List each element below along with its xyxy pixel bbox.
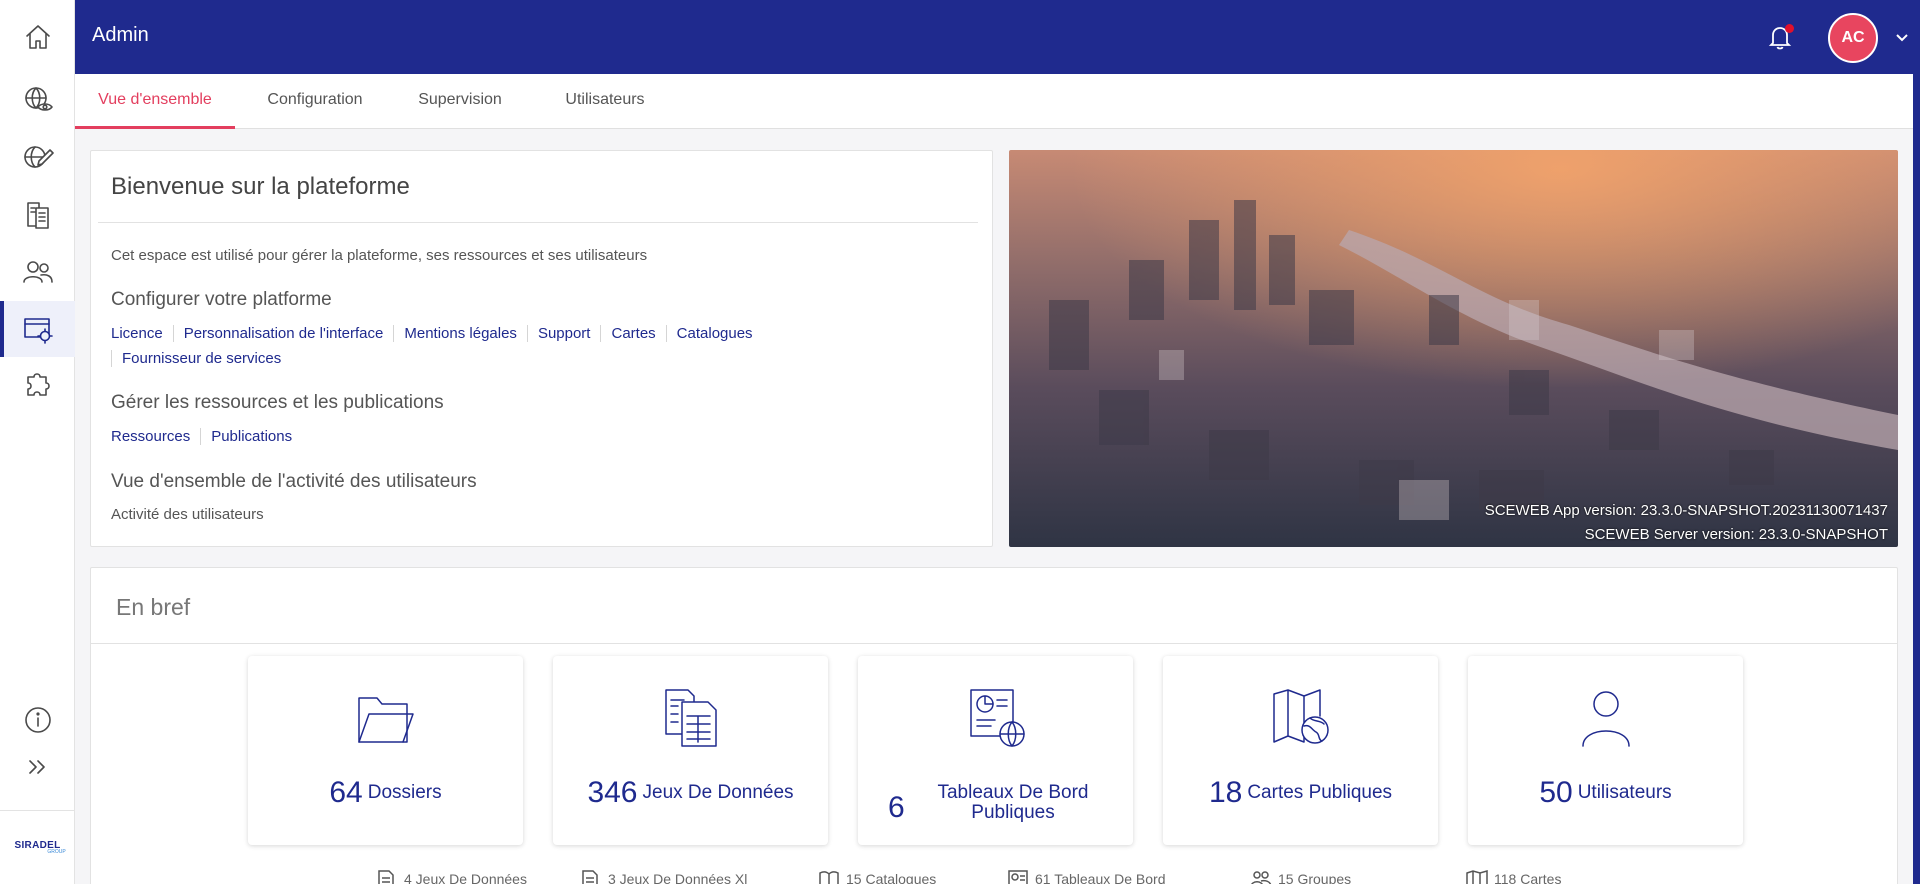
sidebar: SIRADEL GROUP [0,0,75,884]
tab-users[interactable]: Utilisateurs [530,74,680,129]
link-mentions-legales[interactable]: Mentions légales [393,325,527,342]
stat-card-dashboards[interactable]: 6 Tableaux De Bord Publiques [858,656,1133,845]
link-cartes[interactable]: Cartes [600,325,665,342]
stat-value: 18 [1208,776,1243,809]
user-menu-toggle[interactable] [1893,28,1911,46]
stat-card-datasets[interactable]: 346 Jeux De Données [553,656,828,845]
tab-supervision[interactable]: Supervision [385,74,535,129]
divider [91,643,1897,644]
users-icon [22,261,53,283]
dataset-small-icon [378,870,394,884]
footer-stat-text: 4 Jeux De Données [404,871,527,884]
notification-badge [1785,24,1794,33]
footer-stat: 15 Catalogues [818,870,936,884]
sidebar-item-home[interactable] [0,9,75,65]
welcome-description: Cet espace est utilisé pour gérer la pla… [111,247,648,264]
sidebar-item-extensions[interactable] [0,357,75,413]
welcome-title: Bienvenue sur la plateforme [111,173,410,200]
footer-stat: 61 Tableaux De Bord [1007,870,1166,884]
footer-stat-text: 61 Tableaux De Bord [1035,871,1166,884]
chevron-down-icon [1896,34,1908,42]
resources-links: Ressources Publications [111,428,831,445]
datasets-icon [665,689,717,747]
footer-stat-text: 3 Jeux De Données Xl [608,871,748,884]
footer-stat-text: 15 Catalogues [846,871,937,884]
home-icon [25,25,50,49]
stat-value: 50 [1539,776,1573,809]
dashboard-small-icon [1008,870,1028,884]
stat-label: Jeux De Données [642,782,794,803]
stat-value: 6 [888,791,905,824]
stat-card-maps[interactable]: 18 Cartes Publiques [1163,656,1438,845]
divider [98,222,978,223]
app-version: SCEWEB App version: 23.3.0-SNAPSHOT.2023… [1484,502,1888,519]
sidebar-item-users[interactable] [0,244,75,300]
folder-icon [358,697,414,743]
welcome-panel: Bienvenue sur la plateforme Cet espace e… [90,150,993,547]
globe-pen-icon [23,146,54,168]
scrollbar[interactable] [1913,74,1920,884]
puzzle-icon [26,373,50,396]
top-bar: Admin AC [75,0,1920,74]
server-version: SCEWEB Server version: 23.3.0-SNAPSHOT [1584,526,1888,543]
link-licence[interactable]: Licence [111,325,173,342]
catalogue-small-icon [819,871,839,884]
tab-bar: Vue d'ensemble Configuration Supervision… [75,74,1913,129]
sidebar-item-edition[interactable] [0,129,75,185]
globe-eye-icon [24,87,53,111]
stat-card-users[interactable]: 50 Utilisateurs [1468,656,1743,845]
stat-label: Cartes Publiques [1247,782,1393,803]
link-support[interactable]: Support [526,325,601,342]
resources-heading: Gérer les ressources et les publications [111,392,444,413]
stat-label: Tableaux De Bord Publiques [937,782,1089,823]
info-icon [24,707,51,733]
activity-heading: Vue d'ensemble de l'activité des utilisa… [111,471,477,492]
documents-icon [26,202,49,229]
link-fournisseur[interactable]: Fournisseur de services [111,350,291,367]
footer-stat: 118 Cartes [1466,870,1561,884]
logo-subtext: GROUP [47,849,66,855]
summary-title: En bref [116,594,191,620]
sidebar-item-expand[interactable] [0,739,75,795]
configure-heading: Configurer votre platforme [111,289,332,310]
summary-panel: En bref 64 Dossiers 346 Jeux De Données 6 … [90,567,1898,884]
stat-card-folders[interactable]: 64 Dossiers [248,656,523,845]
city-illustration [1009,150,1898,547]
tab-configuration[interactable]: Configuration [235,74,395,129]
link-catalogues[interactable]: Catalogues [665,325,763,342]
link-ressources[interactable]: Ressources [111,428,200,445]
map-small-icon [1466,870,1488,884]
link-publications[interactable]: Publications [200,428,302,445]
stat-label: Utilisateurs [1577,782,1672,803]
link-user-activity[interactable]: Activité des utilisateurs [111,506,264,523]
sidebar-item-admin[interactable] [0,301,75,357]
footer-stat: 15 Groupes [1250,870,1351,884]
footer-stat-text: 118 Cartes [1494,871,1562,884]
page-title: Admin [92,24,149,46]
groups-small-icon [1251,871,1272,884]
user-avatar[interactable]: AC [1828,13,1878,63]
map-globe-icon [1273,689,1329,744]
footer-stat-text: 15 Groupes [1278,871,1352,884]
sidebar-item-documents[interactable] [0,187,75,243]
stat-value: 64 [329,776,363,809]
admin-settings-icon [23,318,53,344]
dataset-xl-small-icon [582,870,598,884]
footer-stat: 3 Jeux De Données Xl [580,870,747,884]
link-personnalisation[interactable]: Personnalisation de l'interface [172,325,394,342]
user-icon [1582,691,1630,747]
company-logo: SIRADEL GROUP [0,810,75,884]
sidebar-item-visualisation[interactable] [0,72,75,128]
city-hero-image: SCEWEB App version: 23.3.0-SNAPSHOT.2023… [1009,150,1898,547]
configure-links: Licence Personnalisation de l'interface … [111,325,831,367]
dashboard-icon [970,689,1025,747]
expand-icon [28,760,45,774]
footer-stat: 4 Jeux De Données [376,870,527,884]
stat-label: Dossiers [367,782,442,803]
tab-overview[interactable]: Vue d'ensemble [75,74,235,129]
stat-value: 346 [587,776,638,809]
notifications-button[interactable] [1765,22,1795,52]
